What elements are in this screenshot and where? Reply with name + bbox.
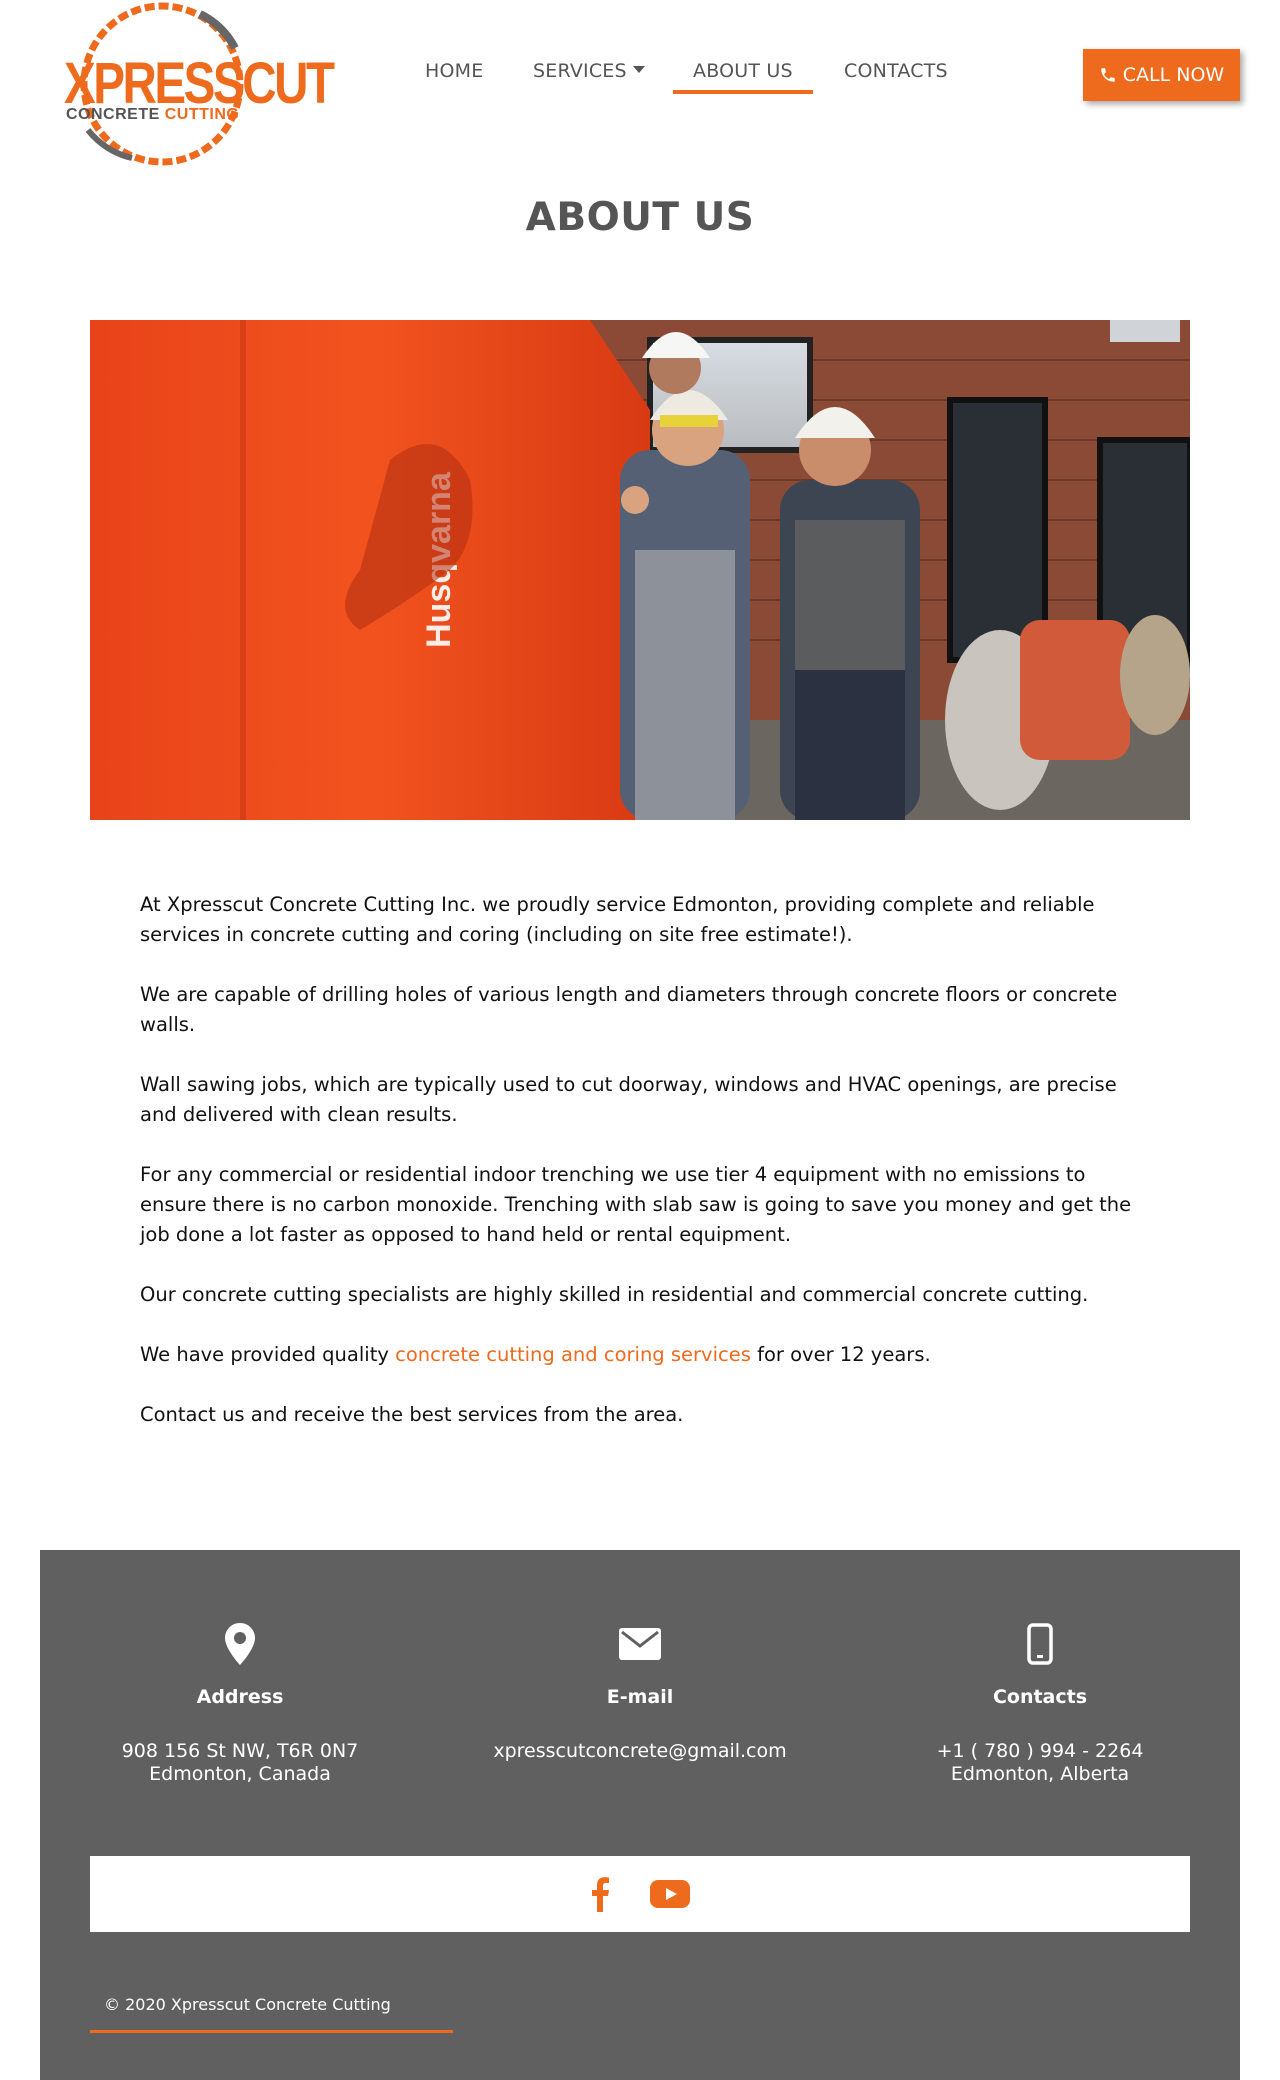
social-bar bbox=[90, 1856, 1190, 1932]
about-paragraph-2: We are capable of drilling holes of vari… bbox=[140, 983, 1118, 1036]
about-paragraph-1: At Xpresscut Concrete Cutting Inc. we pr… bbox=[140, 893, 1095, 946]
hero-image: Husqvarna bbox=[90, 320, 1190, 820]
nav-services-label: SERVICES bbox=[533, 60, 627, 82]
footer-phone-link[interactable]: +1 ( 780 ) 994 - 2264 bbox=[840, 1740, 1240, 1763]
phone-icon bbox=[1101, 68, 1115, 82]
about-content: At Xpresscut Concrete Cutting Inc. we pr… bbox=[140, 890, 1150, 1460]
copyright-underline bbox=[90, 2030, 453, 2033]
facebook-icon bbox=[592, 1877, 609, 1912]
nav-active-indicator bbox=[673, 90, 813, 94]
footer-address-line1: 908 156 St NW, T6R 0N7 bbox=[121, 1740, 359, 1762]
p6-text-before: We have provided quality bbox=[140, 1343, 396, 1366]
youtube-icon bbox=[650, 1880, 690, 1908]
call-now-button[interactable]: CALL NOW bbox=[1083, 49, 1240, 101]
map-pin-icon bbox=[225, 1623, 255, 1665]
nav-contacts[interactable]: CONTACTS bbox=[844, 60, 948, 82]
footer-email-link[interactable]: xpresscutconcrete@gmail.com bbox=[440, 1740, 840, 1763]
footer-email: E-mail xpresscutconcrete@gmail.com bbox=[440, 1622, 840, 1763]
logo[interactable]: XPRESSCUT CONCRETE CUTTING bbox=[40, 0, 335, 170]
logo-tagline-part2: CUTTING bbox=[164, 106, 240, 123]
facebook-link[interactable] bbox=[590, 1876, 610, 1912]
footer-address-title: Address bbox=[196, 1686, 284, 1708]
copyright-text: © 2020 Xpresscut Concrete Cutting bbox=[104, 1995, 391, 2014]
call-now-label: CALL NOW bbox=[1122, 64, 1225, 86]
p6-text-after: for over 12 years. bbox=[750, 1343, 931, 1366]
page-title: ABOUT US bbox=[525, 195, 755, 240]
nav-about-us[interactable]: ABOUT US bbox=[693, 60, 793, 82]
logo-tagline-part1: CONCRETE bbox=[66, 106, 160, 123]
footer-address-line2: Edmonton, Canada bbox=[149, 1763, 331, 1785]
about-paragraph-3: Wall sawing jobs, which are typically us… bbox=[140, 1073, 1117, 1126]
nav-home[interactable]: HOME bbox=[425, 60, 483, 82]
footer-contacts-line2: Edmonton, Alberta bbox=[950, 1763, 1130, 1785]
logo-tagline: CONCRETE CUTTING bbox=[66, 106, 239, 124]
caret-down-icon bbox=[632, 66, 645, 73]
envelope-icon bbox=[619, 1628, 661, 1660]
footer-contacts: Contacts +1 ( 780 ) 994 - 2264 Edmonton,… bbox=[840, 1622, 1240, 1786]
services-link[interactable]: concrete cutting and coring services bbox=[395, 1343, 751, 1366]
about-paragraph-4: For any commercial or residential indoor… bbox=[140, 1163, 1132, 1246]
about-paragraph-5: Our concrete cutting specialists are hig… bbox=[140, 1283, 1089, 1306]
footer-contacts-title: Contacts bbox=[992, 1686, 1088, 1708]
about-paragraph-6: We have provided quality concrete cuttin… bbox=[140, 1340, 1150, 1370]
mobile-phone-icon bbox=[1027, 1623, 1053, 1665]
footer: Address 908 156 St NW, T6R 0N7 Edmonton,… bbox=[40, 1550, 1240, 2080]
about-paragraph-7: Contact us and receive the best services… bbox=[140, 1403, 684, 1426]
team-photo: Husqvarna bbox=[90, 320, 1190, 820]
footer-email-title: E-mail bbox=[606, 1686, 674, 1708]
youtube-link[interactable] bbox=[650, 1880, 690, 1908]
footer-address: Address 908 156 St NW, T6R 0N7 Edmonton,… bbox=[40, 1622, 440, 1786]
nav-services[interactable]: SERVICES bbox=[533, 60, 645, 82]
